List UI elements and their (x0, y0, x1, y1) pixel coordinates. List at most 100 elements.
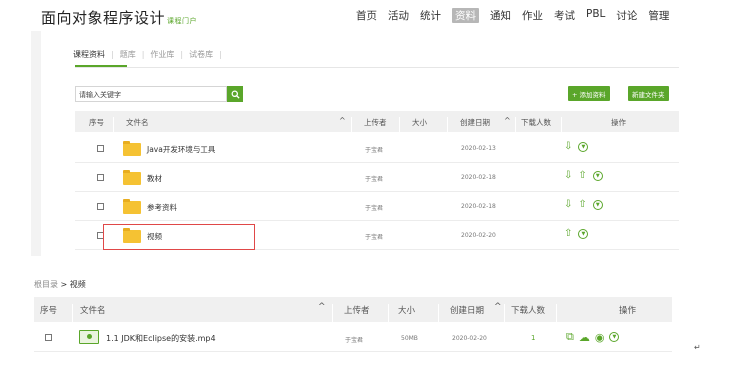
created-date: 2020-02-20 (461, 232, 496, 239)
row-checkbox[interactable] (97, 174, 104, 181)
add-material-button[interactable]: + 添加资料 (568, 86, 610, 101)
move-up-icon[interactable]: ⇧ (578, 199, 586, 210)
download-count: 1 (531, 334, 536, 342)
more-options-icon[interactable]: ▼ (609, 332, 620, 342)
course-title: 面向对象程序设计 课程门户 (41, 7, 197, 28)
course-title-text: 面向对象程序设计 (41, 9, 166, 27)
col-downloads: 下载人数 (521, 118, 551, 127)
created-date: 2020-02-13 (461, 145, 496, 152)
table-row[interactable]: Java开发环境与工具 于宝君 2020-02-13 ⇩ ▼ (75, 134, 679, 163)
nav-home[interactable]: 首页 (356, 8, 377, 23)
col-filename[interactable]: 文件名 (126, 117, 149, 128)
row-ops: ⇩ ⇧ ▼ (564, 199, 603, 210)
more-options-icon[interactable]: ▼ (578, 141, 589, 152)
folder-name[interactable]: 教材 (147, 173, 162, 184)
table-row[interactable]: 参考资料 于宝君 2020-02-18 ⇩ ⇧ ▼ (75, 192, 679, 221)
file-ops: ⧉ ☁ ◉ ▼ (566, 330, 620, 344)
nav-exams[interactable]: 考试 (554, 8, 575, 23)
new-folder-button[interactable]: 新建文件夹 (628, 86, 669, 101)
file-size: 50MB (401, 335, 418, 342)
tab-course-materials[interactable]: 课程资料 (73, 50, 105, 59)
row-checkbox[interactable] (97, 145, 104, 152)
tab-divider (75, 67, 679, 68)
col-created[interactable]: 创建日期 (460, 117, 490, 128)
col-uploader: 上传者 (344, 306, 370, 316)
row-ops: ⇧ ▼ (564, 228, 589, 239)
breadcrumb-current: 视频 (69, 280, 86, 289)
row-ops: ⇩ ▼ (564, 141, 589, 152)
col-ops: 操作 (619, 306, 637, 316)
row-checkbox[interactable] (45, 334, 52, 341)
breadcrumb-separator: > (58, 280, 70, 289)
move-up-icon[interactable]: ⇧ (564, 228, 572, 239)
row-ops: ⇩ ⇧ ▼ (564, 170, 603, 181)
uploader-name: 于宝君 (365, 176, 384, 183)
paragraph-return-mark: ↵ (694, 343, 701, 352)
folder-icon (123, 199, 141, 214)
folder-name[interactable]: 参考资料 (147, 202, 177, 213)
file-name[interactable]: 1.1 JDK和Eclipse的安装.mp4 (106, 333, 216, 344)
copy-icon[interactable]: ⧉ (566, 330, 574, 344)
col-index: 序号 (40, 306, 58, 316)
created-date: 2020-02-20 (452, 335, 487, 342)
col-created[interactable]: 创建日期 (450, 304, 484, 316)
cloud-upload-icon[interactable]: ☁ (579, 331, 590, 344)
nav-activities[interactable]: 活动 (388, 8, 409, 23)
nav-pbl[interactable]: PBL (586, 8, 605, 23)
folder-icon (123, 141, 141, 156)
file-table-header: 序号 文件名 ^ 上传者 大小 创建日期 ^ 下载人数 操作 (34, 297, 672, 329)
move-down-icon[interactable]: ⇩ (564, 170, 572, 181)
sort-caret-icon[interactable]: ^ (339, 116, 346, 125)
search-icon (231, 90, 240, 99)
nav-statistics[interactable]: 统计 (420, 8, 441, 23)
more-options-icon[interactable]: ▼ (578, 228, 589, 239)
uploader-name: 于宝君 (365, 234, 384, 241)
nav-materials[interactable]: 资料 (452, 8, 479, 23)
created-date: 2020-02-18 (461, 174, 496, 181)
materials-panel-content: 课程资料 | 题库 | 作业库 | 试卷库 | 请输入关键字 + 添加资料 新建文件夹 序号 … (41, 31, 695, 256)
search-button[interactable] (227, 86, 243, 102)
materials-panel: 课程资料 | 题库 | 作业库 | 试卷库 | 请输入关键字 + 添加资料 新建文件夹 序号 … (31, 31, 695, 256)
folder-icon (123, 170, 141, 185)
nav-notices[interactable]: 通知 (490, 8, 511, 23)
folder-name[interactable]: Java开发环境与工具 (147, 144, 215, 155)
nav-manage[interactable]: 管理 (648, 8, 669, 23)
uploader-name: 于宝君 (365, 147, 384, 154)
move-up-icon[interactable]: ⇧ (578, 170, 586, 181)
created-date: 2020-02-18 (461, 203, 496, 210)
table-row[interactable]: 教材 于宝君 2020-02-18 ⇩ ⇧ ▼ (75, 163, 679, 192)
sort-caret-icon[interactable]: ^ (318, 302, 326, 312)
course-portal-link[interactable]: 课程门户 (167, 17, 197, 25)
date-sort-caret-icon[interactable]: ^ (504, 116, 511, 125)
nav-homework[interactable]: 作业 (522, 8, 543, 23)
col-size: 大小 (398, 306, 416, 316)
move-down-icon[interactable]: ⇩ (564, 199, 572, 210)
video-file-icon (79, 330, 99, 344)
uploader-name: 于宝君 (365, 205, 384, 212)
preview-eye-icon[interactable]: ◉ (595, 331, 605, 344)
date-sort-caret-icon[interactable]: ^ (494, 302, 502, 312)
col-uploader: 上传者 (364, 118, 387, 127)
uploader-name: 于宝君 (345, 337, 364, 344)
breadcrumb: 根目录 > 视频 (34, 279, 86, 290)
highlight-box (103, 224, 255, 250)
file-row[interactable]: 1.1 JDK和Eclipse的安装.mp4 于宝君 50MB 2020-02-… (34, 324, 672, 352)
col-ops: 操作 (611, 118, 626, 127)
materials-table-header: 序号 文件名 ^ 上传者 大小 创建日期 ^ 下载人数 操作 (75, 111, 679, 138)
top-bar: 面向对象程序设计 课程门户 首页 活动 统计 资料 通知 作业 考试 PBL 讨论… (0, 0, 752, 34)
col-size: 大小 (412, 118, 427, 127)
row-checkbox[interactable] (97, 203, 104, 210)
col-index: 序号 (89, 118, 104, 127)
nav-discussion[interactable]: 讨论 (616, 8, 637, 23)
search-input[interactable]: 请输入关键字 (75, 86, 227, 102)
material-subtabs: 课程资料 | 题库 | 作业库 | 试卷库 | (73, 50, 222, 59)
more-options-icon[interactable]: ▼ (592, 199, 603, 210)
more-options-icon[interactable]: ▼ (592, 170, 603, 181)
col-filename[interactable]: 文件名 (80, 304, 106, 316)
move-down-icon[interactable]: ⇩ (564, 141, 572, 152)
col-downloads: 下载人数 (511, 306, 546, 316)
tab-paper-bank[interactable]: 试卷库 (189, 50, 213, 59)
tab-question-bank[interactable]: 题库 (120, 50, 136, 59)
breadcrumb-root[interactable]: 根目录 (34, 280, 58, 289)
tab-homework-bank[interactable]: 作业库 (150, 50, 174, 59)
